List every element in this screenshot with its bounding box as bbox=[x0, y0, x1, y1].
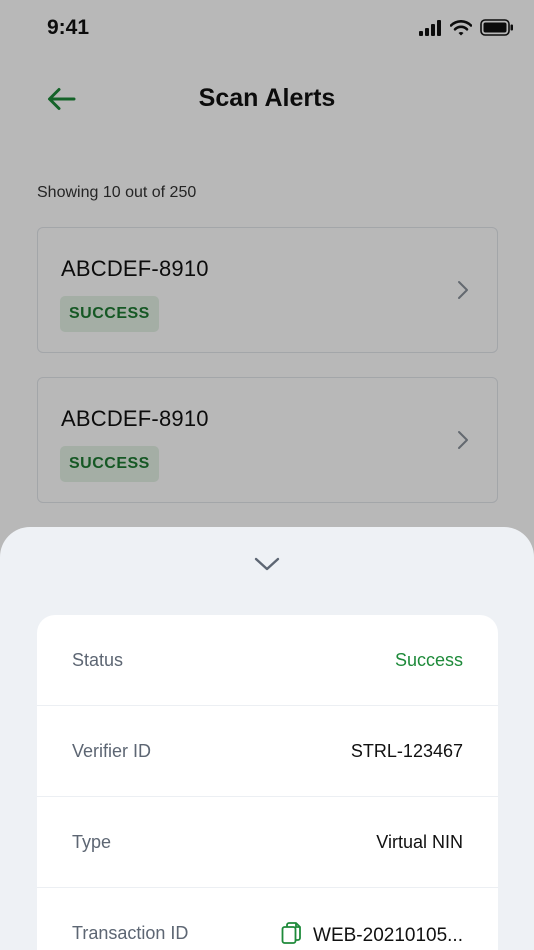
detail-row-transaction-id: Transaction ID WEB-20210105... bbox=[37, 888, 498, 950]
detail-row-status: Status Success bbox=[37, 615, 498, 706]
detail-value: STRL-123467 bbox=[350, 741, 463, 761]
detail-label: Verifier ID bbox=[72, 741, 152, 761]
detail-label: Transaction ID bbox=[72, 923, 189, 943]
collapse-sheet-button[interactable] bbox=[249, 551, 285, 581]
copy-icon[interactable] bbox=[281, 922, 301, 949]
transaction-id-value: WEB-20210105... bbox=[313, 924, 463, 946]
detail-row-verifier-id: Verifier ID STRL-123467 bbox=[37, 706, 498, 797]
details-card: Status Success Verifier ID STRL-123467 T… bbox=[37, 615, 498, 950]
detail-label: Status bbox=[72, 650, 124, 670]
detail-label: Type bbox=[72, 832, 112, 852]
detail-value: Virtual NIN bbox=[376, 832, 463, 852]
details-bottom-sheet: Status Success Verifier ID STRL-123467 T… bbox=[0, 527, 534, 950]
detail-value: Success bbox=[394, 650, 463, 670]
detail-row-type: Type Virtual NIN bbox=[37, 797, 498, 888]
chevron-down-icon bbox=[254, 556, 280, 577]
transaction-id-group: WEB-20210105... bbox=[281, 922, 463, 949]
